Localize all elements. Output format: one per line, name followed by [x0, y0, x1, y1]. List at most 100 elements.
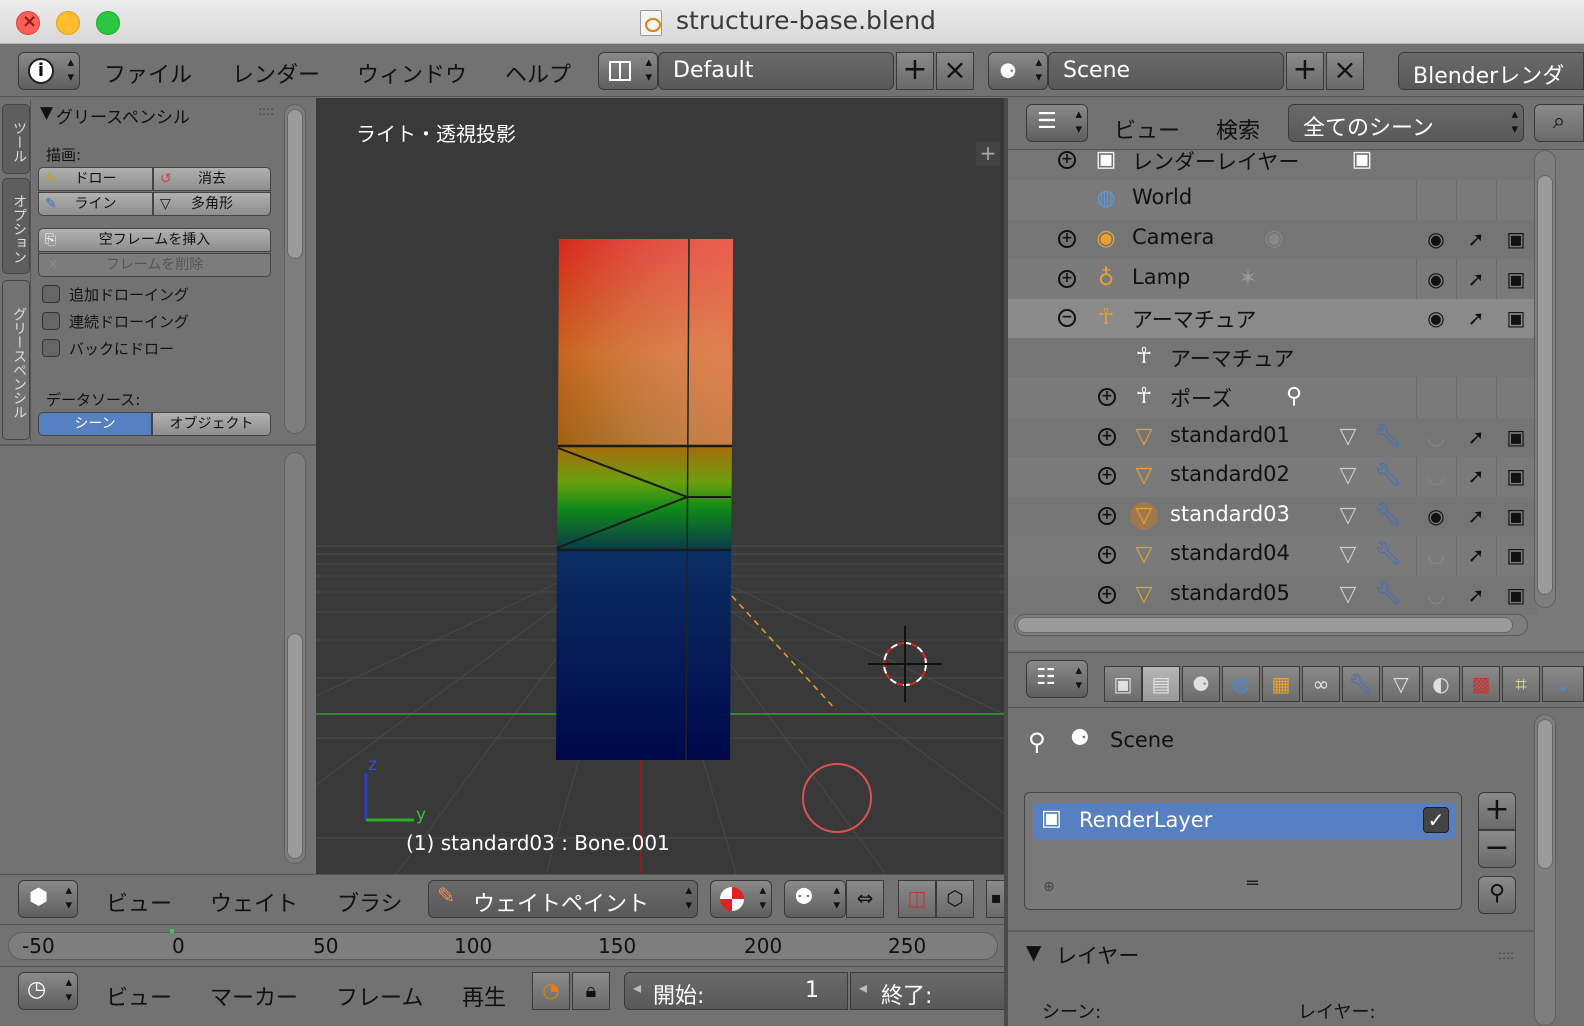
outliner-menu-search[interactable]: 検索: [1216, 113, 1260, 145]
selectable-cursor-icon[interactable]: ➚: [1462, 225, 1490, 253]
expand-icon[interactable]: +: [1058, 151, 1076, 169]
outliner-row-armature-data[interactable]: ☥ アーマチュア: [1008, 338, 1538, 377]
expand-icon[interactable]: +: [1098, 428, 1116, 446]
expand-icon[interactable]: +: [1098, 467, 1116, 485]
menu-file[interactable]: ファイル: [104, 57, 192, 89]
collapse-icon[interactable]: −: [1058, 309, 1076, 327]
data-tab-icon[interactable]: ▽: [1382, 666, 1420, 702]
continuous-drawing-checkbox[interactable]: [42, 312, 60, 330]
timeline-scrollbar[interactable]: [8, 932, 998, 960]
renderable-camera-icon[interactable]: ▣: [1502, 225, 1530, 253]
constraints-tab-icon[interactable]: ∞: [1302, 666, 1340, 702]
object-tab-icon[interactable]: ▦: [1262, 666, 1300, 702]
outliner-row-standard05[interactable]: + ▽ standard05 ▽ 🔧︎ ◡ ➚ ▣: [1008, 576, 1538, 615]
renderable-camera-icon[interactable]: ▣: [1502, 265, 1530, 293]
insert-blank-frame-button[interactable]: ⎘ 空フレームを挿入: [38, 228, 271, 252]
viewport-menu-weight[interactable]: ウェイト: [210, 886, 298, 918]
manipulator-toggle[interactable]: ⇔: [846, 880, 884, 918]
erase-button[interactable]: ↺ 消去: [153, 167, 271, 191]
list-filter-toggle[interactable]: ⊕: [1043, 879, 1055, 895]
selectable-cursor-icon[interactable]: ➚: [1462, 265, 1490, 293]
hidden-eye-icon[interactable]: ◡: [1422, 462, 1450, 490]
outliner-row-standard01[interactable]: + ▽ standard01 ▽ 🔧︎ ◡ ➚ ▣: [1008, 418, 1538, 457]
add-render-layer-button[interactable]: +: [1478, 792, 1516, 830]
renderable-camera-icon[interactable]: ▣: [1502, 304, 1530, 332]
viewport-properties-toggle[interactable]: +: [976, 142, 1000, 166]
timeline-menu-playback[interactable]: 再生: [462, 980, 506, 1012]
menu-render[interactable]: レンダー: [232, 57, 320, 89]
timeline-menu-marker[interactable]: マーカー: [210, 980, 298, 1012]
pin-icon[interactable]: ⚲: [1028, 728, 1046, 756]
expand-icon[interactable]: +: [1058, 270, 1076, 288]
outliner-row-render-layers[interactable]: + ▣ レンダーレイヤー ▣: [1008, 150, 1538, 180]
data-source-object-button[interactable]: オブジェクト: [152, 412, 271, 436]
maximize-window-button[interactable]: [96, 11, 120, 35]
layer-panel-collapse-arrow[interactable]: ▼: [1026, 940, 1041, 964]
tool-shelf-scrollbar[interactable]: [284, 104, 306, 434]
delete-scene-button[interactable]: ×: [1326, 52, 1364, 90]
delete-screen-button[interactable]: ×: [936, 52, 974, 90]
timeline-editor-type-button[interactable]: ◷: [18, 972, 78, 1010]
expand-icon[interactable]: +: [1098, 388, 1116, 406]
render-engine-selector[interactable]: Blenderレンダー: [1398, 52, 1584, 121]
outliner-row-armature[interactable]: − ☥ アーマチュア ◉ ➚ ▣: [1008, 299, 1538, 338]
expand-icon[interactable]: +: [1098, 546, 1116, 564]
draw-back-checkbox[interactable]: [42, 339, 60, 357]
end-decrement-arrow-icon[interactable]: ◂: [859, 978, 867, 997]
properties-editor-type-button[interactable]: ☷: [1026, 660, 1088, 698]
list-resize-handle[interactable]: ═: [1247, 873, 1258, 894]
selectable-cursor-icon[interactable]: ➚: [1462, 462, 1490, 490]
renderable-camera-icon[interactable]: ▣: [1502, 462, 1530, 490]
selectable-cursor-icon[interactable]: ➚: [1462, 581, 1490, 609]
renderable-camera-icon[interactable]: ▣: [1502, 502, 1530, 530]
selectable-cursor-icon[interactable]: ➚: [1462, 423, 1490, 451]
line-button[interactable]: ✎ ライン: [38, 192, 153, 216]
panel-collapse-arrow[interactable]: ▼: [40, 103, 53, 123]
expand-icon[interactable]: +: [1058, 230, 1076, 248]
polygon-button[interactable]: ▽ 多角形: [153, 192, 271, 216]
screen-layout-name[interactable]: Default: [658, 52, 894, 90]
scene-name[interactable]: Scene: [1048, 52, 1284, 90]
close-window-button[interactable]: [16, 11, 40, 35]
outliner-row-lamp[interactable]: + ♁ Lamp ✶ ◉ ➚ ▣: [1008, 260, 1538, 299]
outliner-vertical-scrollbar[interactable]: [1534, 150, 1556, 608]
texture-tab-icon[interactable]: ▩: [1462, 666, 1500, 702]
properties-scrollbar[interactable]: [1534, 714, 1556, 1026]
timeline-ruler[interactable]: -50 0 50 100 150 200 250: [0, 924, 1006, 966]
outliner-display-mode[interactable]: 全てのシーン: [1288, 104, 1524, 142]
outliner-row-pose[interactable]: + ☥ ポーズ ⚲: [1008, 378, 1538, 417]
add-scene-button[interactable]: +: [1286, 52, 1324, 90]
outliner-search-button[interactable]: ⌕: [1534, 104, 1584, 142]
world-tab-icon[interactable]: ◍: [1222, 666, 1260, 702]
render-layer-list-item[interactable]: ▣ RenderLayer ✓: [1033, 803, 1455, 839]
scene-selector[interactable]: ⚈: [988, 52, 1048, 90]
start-frame-field[interactable]: ◂ 開始: 1: [624, 972, 848, 1010]
lock-range-toggle[interactable]: 🔒︎: [572, 972, 610, 1010]
renderable-camera-icon[interactable]: ▣: [1502, 541, 1530, 569]
hidden-eye-icon[interactable]: ◡: [1422, 423, 1450, 451]
selectable-cursor-icon[interactable]: ➚: [1462, 541, 1490, 569]
outliner-row-standard03[interactable]: + ▽ standard03 ▽ 🔧︎ ◉ ➚ ▣: [1008, 497, 1538, 536]
pivot-point-selector[interactable]: ⚉: [784, 880, 846, 918]
selectable-cursor-icon[interactable]: ➚: [1462, 502, 1490, 530]
modifiers-tab-icon[interactable]: 🔧︎: [1342, 666, 1380, 702]
visibility-eye-icon[interactable]: ◉: [1422, 502, 1450, 530]
hidden-eye-icon[interactable]: ◡: [1422, 541, 1450, 569]
tab-grease-pencil[interactable]: グリースペンシル: [2, 280, 30, 440]
viewport-menu-view[interactable]: ビュー: [106, 886, 172, 918]
render-layers-tab-icon[interactable]: ▤: [1142, 666, 1180, 702]
tab-tools[interactable]: ツール: [2, 104, 30, 174]
viewport-shading-selector[interactable]: [710, 880, 772, 918]
mode-selector[interactable]: ウェイトペイント: [428, 880, 698, 918]
menu-window[interactable]: ウィンドウ: [357, 57, 467, 89]
menu-help[interactable]: ヘルプ: [505, 57, 571, 89]
screen-layout-selector[interactable]: [598, 52, 658, 90]
particles-tab-icon[interactable]: ⌗: [1502, 666, 1540, 702]
render-tab-icon[interactable]: ▣: [1104, 666, 1142, 702]
viewport-menu-brush[interactable]: ブラシ: [337, 886, 403, 918]
outliner-editor-type-button[interactable]: ☰: [1026, 104, 1088, 142]
end-frame-field[interactable]: ◂ 終了:: [850, 972, 1006, 1010]
vertex-mask-toggle[interactable]: ⬡: [936, 880, 974, 918]
timeline-menu-view[interactable]: ビュー: [106, 980, 172, 1012]
material-tab-icon[interactable]: ◐: [1422, 666, 1460, 702]
